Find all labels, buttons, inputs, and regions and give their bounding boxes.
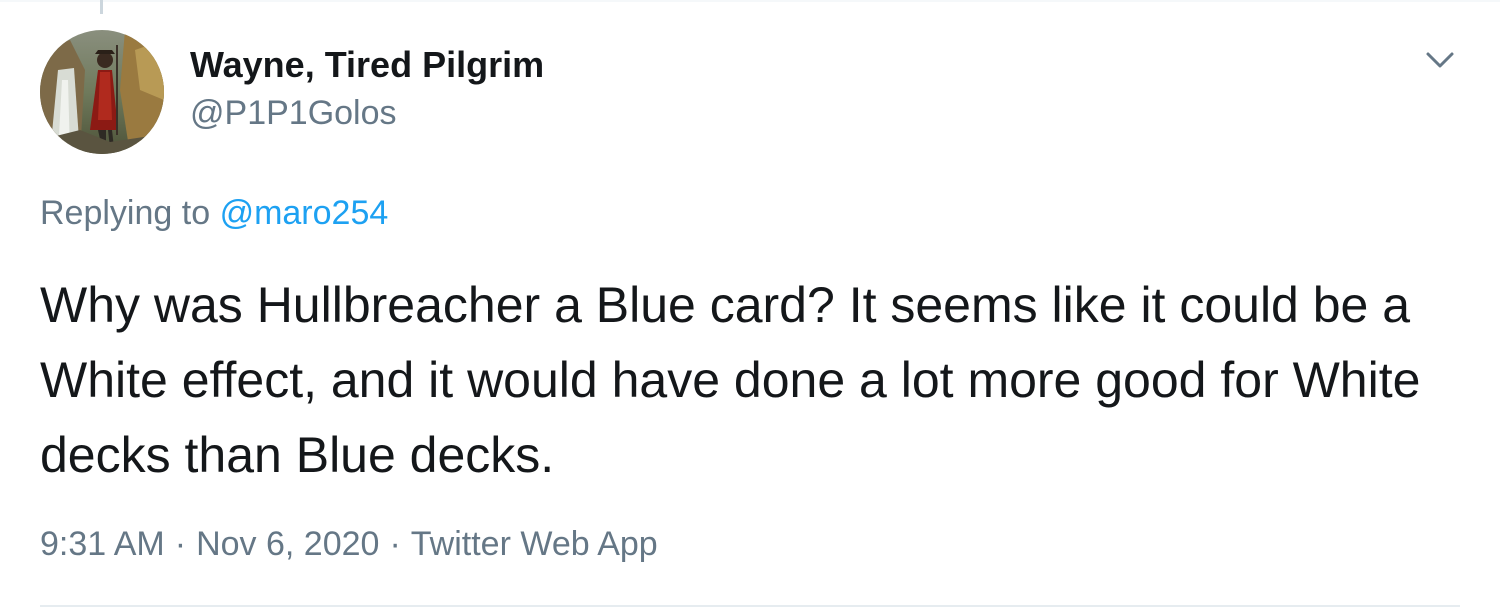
bottom-divider: [40, 605, 1460, 607]
reply-mention-link[interactable]: @maro254: [220, 194, 389, 232]
author-handle[interactable]: @P1P1Golos: [190, 94, 397, 133]
tweet-date[interactable]: Nov 6, 2020: [196, 525, 379, 563]
tweet-source[interactable]: Twitter Web App: [411, 525, 658, 563]
tweet-text: Why was Hullbreacher a Blue card? It see…: [40, 277, 1421, 483]
tweet-meta: 9:31 AM · Nov 6, 2020 · Twitter Web App: [40, 525, 658, 564]
reply-context: Replying to @maro254: [40, 194, 388, 233]
meta-separator: ·: [174, 525, 187, 563]
chevron-down-icon[interactable]: [1420, 44, 1460, 78]
reply-prefix: Replying to: [40, 194, 211, 232]
tweet-time[interactable]: 9:31 AM: [40, 525, 165, 563]
thread-connector-line: [100, 0, 103, 14]
meta-separator: ·: [389, 525, 401, 563]
top-border: [0, 0, 1500, 2]
author-display-name[interactable]: Wayne, Tired Pilgrim: [190, 44, 544, 86]
avatar[interactable]: [40, 30, 164, 154]
